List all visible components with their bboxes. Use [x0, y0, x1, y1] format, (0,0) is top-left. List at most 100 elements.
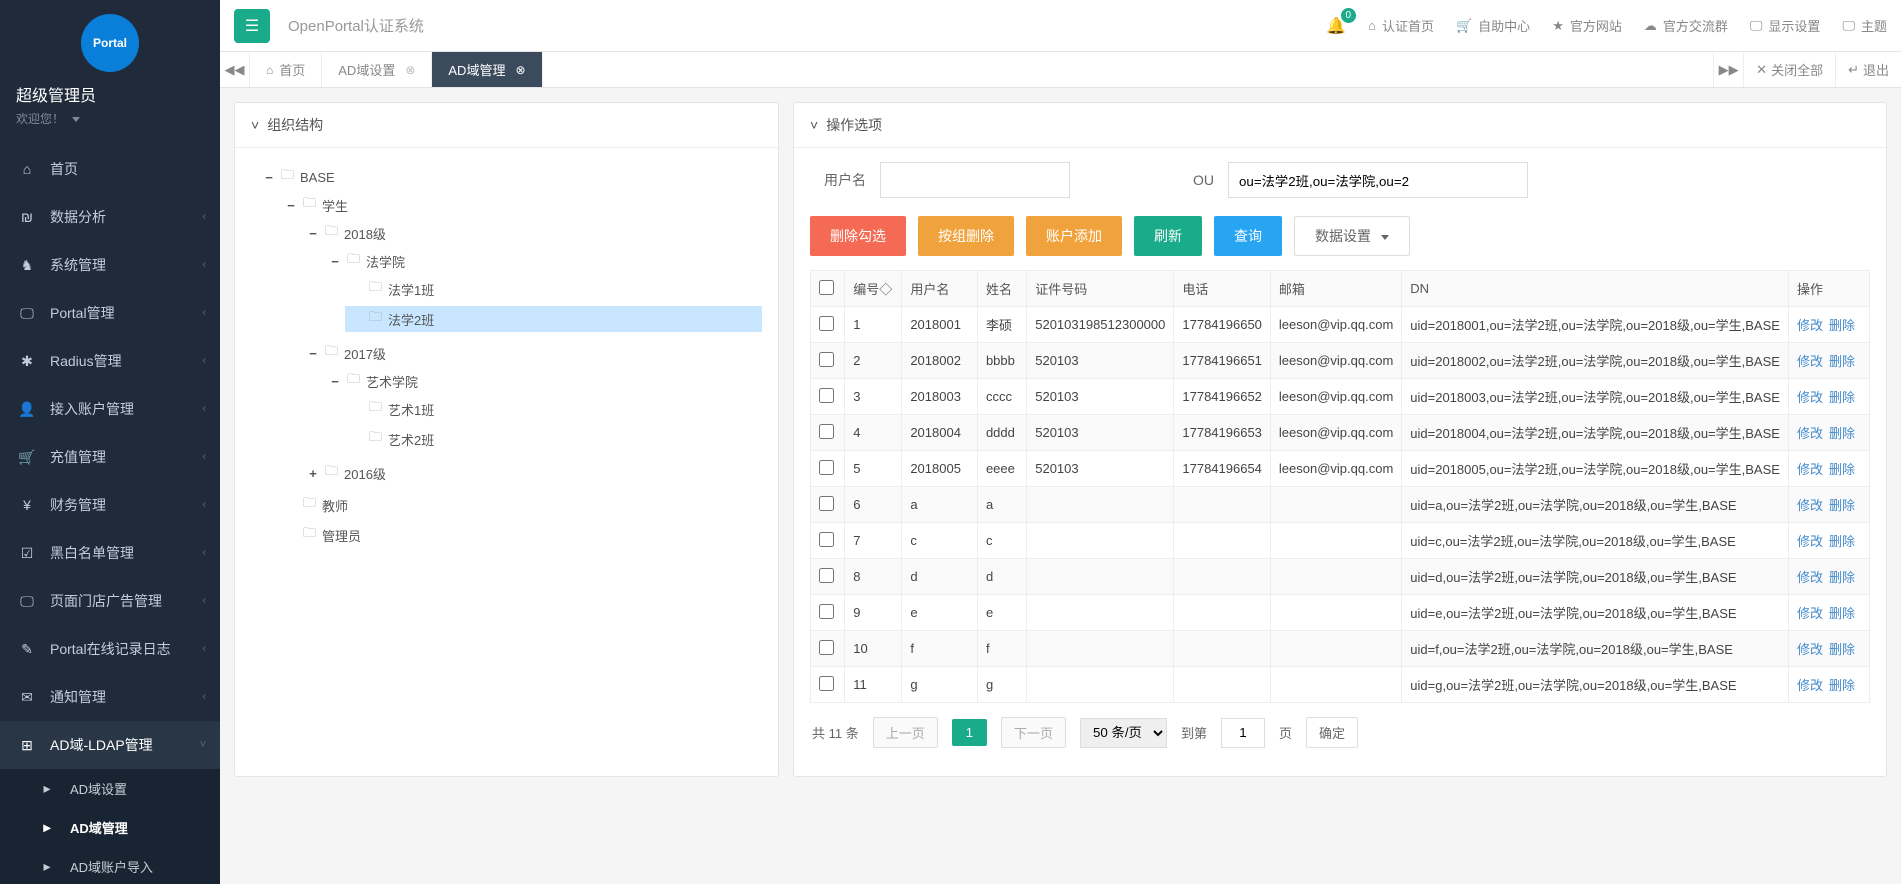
- edit-link[interactable]: 修改: [1797, 498, 1823, 513]
- tree-node-law[interactable]: −🗀法学院: [323, 248, 762, 274]
- top-link-icon: ☁: [1644, 18, 1657, 34]
- username-input[interactable]: [880, 162, 1070, 198]
- pager-prev[interactable]: 上一页: [873, 717, 938, 748]
- delete-link[interactable]: 删除: [1829, 642, 1855, 657]
- notifications-button[interactable]: 🔔0: [1326, 16, 1346, 36]
- sidebar-item-7[interactable]: ¥财务管理‹: [0, 481, 220, 529]
- goto-input[interactable]: [1221, 718, 1265, 748]
- row-checkbox[interactable]: [819, 424, 834, 439]
- welcome-dropdown[interactable]: 欢迎您！: [16, 110, 204, 127]
- sidebar-item-10[interactable]: ✎Portal在线记录日志‹: [0, 625, 220, 673]
- edit-link[interactable]: 修改: [1797, 570, 1823, 585]
- page-size-select[interactable]: 50 条/页: [1080, 718, 1167, 748]
- edit-link[interactable]: 修改: [1797, 318, 1823, 333]
- tree-node-art2[interactable]: 🗀艺术2班: [345, 426, 762, 452]
- top-link-5[interactable]: 🖵主题: [1842, 16, 1887, 35]
- delete-link[interactable]: 删除: [1829, 426, 1855, 441]
- refresh-button[interactable]: 刷新: [1134, 216, 1202, 256]
- select-all-checkbox[interactable]: [819, 280, 834, 295]
- delete-by-group-button[interactable]: 按组删除: [918, 216, 1014, 256]
- close-icon[interactable]: ⊗: [405, 63, 415, 77]
- top-link-1[interactable]: 🛒自助中心: [1456, 16, 1530, 35]
- logout-button[interactable]: ↵退出: [1835, 52, 1901, 87]
- sidebar-item-9[interactable]: 🖵页面门店广告管理‹: [0, 577, 220, 625]
- edit-link[interactable]: 修改: [1797, 534, 1823, 549]
- edit-link[interactable]: 修改: [1797, 678, 1823, 693]
- delete-selected-button[interactable]: 删除勾选: [810, 216, 906, 256]
- tab-2[interactable]: AD域管理⊗: [432, 52, 542, 87]
- query-button[interactable]: 查询: [1214, 216, 1282, 256]
- delete-link[interactable]: 删除: [1829, 570, 1855, 585]
- col-index[interactable]: 编号◇: [845, 271, 902, 307]
- tree-node-2018[interactable]: −🗀2018级: [301, 220, 762, 246]
- tree-node-art1[interactable]: 🗀艺术1班: [345, 396, 762, 422]
- tree-node-law1[interactable]: 🗀法学1班: [345, 276, 762, 302]
- row-checkbox[interactable]: [819, 604, 834, 619]
- top-link-0[interactable]: ⌂认证首页: [1368, 16, 1434, 35]
- org-tree-header[interactable]: ˅组织结构: [235, 103, 778, 148]
- delete-link[interactable]: 删除: [1829, 498, 1855, 513]
- tree-node-law2[interactable]: 🗀法学2班: [345, 306, 762, 332]
- add-account-button[interactable]: 账户添加: [1026, 216, 1122, 256]
- tree-node-admin[interactable]: 🗀管理员: [279, 522, 762, 548]
- sidebar-item-11[interactable]: ✉通知管理‹: [0, 673, 220, 721]
- sidebar-item-1[interactable]: ₪数据分析‹: [0, 193, 220, 241]
- close-icon[interactable]: ⊗: [515, 63, 525, 77]
- tabs-scroll-left[interactable]: ◀◀: [220, 52, 250, 87]
- tabs-scroll-right[interactable]: ▶▶: [1713, 52, 1743, 87]
- edit-link[interactable]: 修改: [1797, 642, 1823, 657]
- tree-node-2017[interactable]: −🗀2017级: [301, 340, 762, 366]
- row-checkbox[interactable]: [819, 532, 834, 547]
- tree-node-2016[interactable]: +🗀2016级: [301, 460, 762, 486]
- top-link-3[interactable]: ☁官方交流群: [1644, 16, 1728, 35]
- sidebar-item-0[interactable]: ⌂首页: [0, 145, 220, 193]
- delete-link[interactable]: 删除: [1829, 354, 1855, 369]
- row-checkbox[interactable]: [819, 460, 834, 475]
- pager-page[interactable]: 1: [952, 719, 987, 746]
- tab-1[interactable]: AD域设置⊗: [322, 52, 432, 87]
- row-checkbox[interactable]: [819, 316, 834, 331]
- delete-link[interactable]: 删除: [1829, 678, 1855, 693]
- tab-0[interactable]: ⌂首页: [250, 52, 322, 87]
- edit-link[interactable]: 修改: [1797, 354, 1823, 369]
- sidebar-subitem-12-1[interactable]: ▸AD域管理: [0, 808, 220, 847]
- edit-link[interactable]: 修改: [1797, 426, 1823, 441]
- sidebar-item-3[interactable]: 🖵Portal管理‹: [0, 289, 220, 337]
- tree-node-art[interactable]: −🗀艺术学院: [323, 368, 762, 394]
- goto-confirm[interactable]: 确定: [1306, 717, 1358, 748]
- sidebar-item-12[interactable]: ⊞AD域-LDAP管理˅: [0, 721, 220, 769]
- row-checkbox[interactable]: [819, 640, 834, 655]
- row-checkbox[interactable]: [819, 568, 834, 583]
- row-checkbox[interactable]: [819, 388, 834, 403]
- delete-link[interactable]: 删除: [1829, 606, 1855, 621]
- top-link-4[interactable]: 🖵显示设置: [1750, 16, 1821, 35]
- data-settings-button[interactable]: 数据设置: [1294, 216, 1410, 256]
- sidebar-item-4[interactable]: ✱Radius管理‹: [0, 337, 220, 385]
- edit-link[interactable]: 修改: [1797, 462, 1823, 477]
- ou-input[interactable]: [1228, 162, 1528, 198]
- operations-header[interactable]: ˅操作选项: [794, 103, 1886, 148]
- close-all-tabs[interactable]: ✕关闭全部: [1743, 52, 1835, 87]
- menu-toggle-button[interactable]: ☰: [234, 9, 270, 43]
- sidebar-item-6[interactable]: 🛒充值管理‹: [0, 433, 220, 481]
- row-checkbox[interactable]: [819, 676, 834, 691]
- edit-link[interactable]: 修改: [1797, 606, 1823, 621]
- sidebar-item-2[interactable]: ♞系统管理‹: [0, 241, 220, 289]
- tree-node-base[interactable]: −🗀BASE: [257, 164, 762, 190]
- sidebar-subitem-12-0[interactable]: ▸AD域设置: [0, 769, 220, 808]
- delete-link[interactable]: 删除: [1829, 318, 1855, 333]
- top-link-2[interactable]: ★官方网站: [1552, 16, 1622, 35]
- sidebar-item-5[interactable]: 👤接入账户管理‹: [0, 385, 220, 433]
- cell-op: 修改删除: [1788, 631, 1869, 667]
- sidebar-subitem-12-2[interactable]: ▸AD域账户导入: [0, 847, 220, 884]
- pager-next[interactable]: 下一页: [1001, 717, 1066, 748]
- sidebar-item-8[interactable]: ☑黑白名单管理‹: [0, 529, 220, 577]
- delete-link[interactable]: 删除: [1829, 390, 1855, 405]
- delete-link[interactable]: 删除: [1829, 534, 1855, 549]
- delete-link[interactable]: 删除: [1829, 462, 1855, 477]
- tree-node-student[interactable]: −🗀学生: [279, 192, 762, 218]
- edit-link[interactable]: 修改: [1797, 390, 1823, 405]
- tree-node-teacher[interactable]: 🗀教师: [279, 492, 762, 518]
- row-checkbox[interactable]: [819, 352, 834, 367]
- row-checkbox[interactable]: [819, 496, 834, 511]
